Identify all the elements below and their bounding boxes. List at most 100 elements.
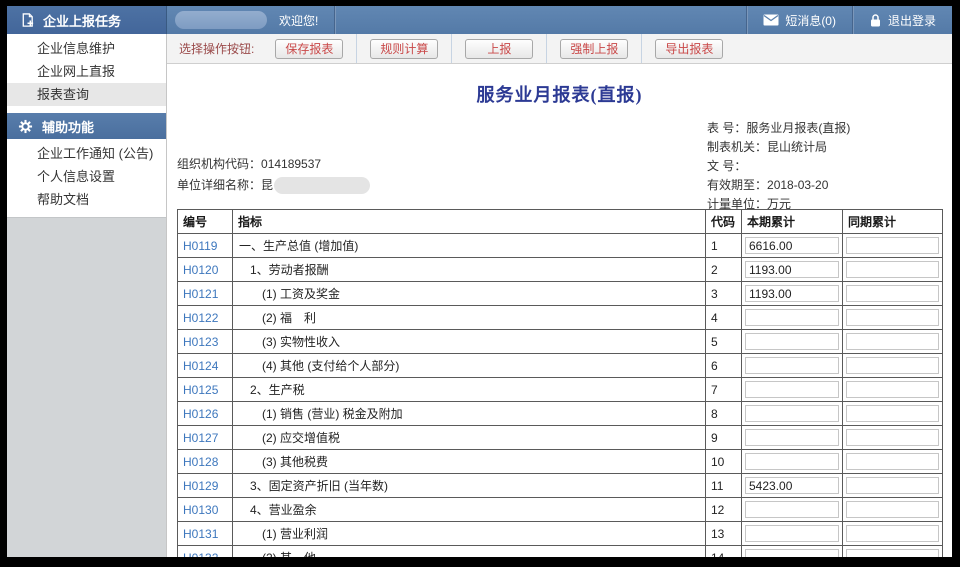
row-id-link[interactable]: H0129 bbox=[183, 479, 218, 493]
prior-period-input[interactable] bbox=[846, 453, 939, 470]
current-period-input[interactable] bbox=[745, 261, 839, 278]
prior-period-input[interactable] bbox=[846, 525, 939, 542]
current-period-input[interactable] bbox=[745, 549, 839, 557]
row-id-link[interactable]: H0132 bbox=[183, 551, 218, 558]
submit-button[interactable]: 上报 bbox=[465, 39, 533, 59]
row-code: 5 bbox=[706, 330, 742, 354]
table-row: H0121(1) 工资及奖金3 bbox=[178, 282, 943, 306]
col-header-code: 代码 bbox=[706, 210, 742, 234]
row-id-link[interactable]: H0128 bbox=[183, 455, 218, 469]
indicator-label: (2) 应交增值税 bbox=[233, 426, 706, 450]
table-row: H01201、劳动者报酬2 bbox=[178, 258, 943, 282]
row-code: 14 bbox=[706, 546, 742, 558]
indicator-label: 2、生产税 bbox=[233, 378, 706, 402]
messages-button[interactable]: 短消息(0) bbox=[747, 6, 852, 34]
prior-period-input[interactable] bbox=[846, 309, 939, 326]
sidebar-item-enterprise-info[interactable]: 企业信息维护 bbox=[7, 37, 166, 60]
row-id-link[interactable]: H0130 bbox=[183, 503, 218, 517]
current-period-input[interactable] bbox=[745, 405, 839, 422]
current-period-input[interactable] bbox=[745, 453, 839, 470]
row-id-link[interactable]: H0119 bbox=[183, 239, 217, 253]
prior-period-input[interactable] bbox=[846, 549, 939, 557]
current-period-input[interactable] bbox=[745, 501, 839, 518]
row-id-link[interactable]: H0131 bbox=[183, 527, 218, 541]
app-window: 企业上报任务 欢迎您! 短消息(0) bbox=[7, 6, 952, 557]
unit-name-label: 单位详细名称： bbox=[177, 178, 261, 192]
top-bar: 企业上报任务 欢迎您! 短消息(0) bbox=[7, 6, 952, 34]
row-id-link[interactable]: H0127 bbox=[183, 431, 218, 445]
force-submit-button[interactable]: 强制上报 bbox=[560, 39, 628, 59]
logout-label: 退出登录 bbox=[888, 12, 936, 29]
current-period-input[interactable] bbox=[745, 477, 839, 494]
sidebar-item-report-query[interactable]: 报表查询 bbox=[7, 83, 166, 106]
current-period-input[interactable] bbox=[745, 237, 839, 254]
sidebar-item-work-notice[interactable]: 企业工作通知 (公告) bbox=[7, 142, 166, 165]
prior-period-input[interactable] bbox=[846, 501, 939, 518]
indicator-label: 4、营业盈余 bbox=[233, 498, 706, 522]
org-code-label: 组织机构代码： bbox=[177, 157, 261, 171]
row-id-link[interactable]: H0123 bbox=[183, 335, 218, 349]
prior-period-input[interactable] bbox=[846, 381, 939, 398]
save-report-button[interactable]: 保存报表 bbox=[275, 39, 343, 59]
indicator-label: (2) 福 利 bbox=[233, 306, 706, 330]
report-table-body: H0119一、生产总值 (增加值)1H01201、劳动者报酬2H0121(1) … bbox=[178, 234, 943, 558]
sidebar-section-aux-label: 辅助功能 bbox=[42, 117, 94, 136]
meta-line-form-number: 表 号：服务业月报表(直报) bbox=[707, 119, 850, 138]
prior-period-input[interactable] bbox=[846, 237, 939, 254]
indicator-label: (3) 其他税费 bbox=[233, 450, 706, 474]
current-period-input[interactable] bbox=[745, 309, 839, 326]
indicator-label: (1) 营业利润 bbox=[233, 522, 706, 546]
logout-button[interactable]: 退出登录 bbox=[853, 6, 952, 34]
toolbar-divider bbox=[546, 34, 547, 63]
row-id-link[interactable]: H0120 bbox=[183, 263, 218, 277]
current-period-input[interactable] bbox=[745, 429, 839, 446]
app-title: 企业上报任务 bbox=[43, 11, 121, 30]
document-plus-icon bbox=[20, 12, 35, 28]
prior-period-input[interactable] bbox=[846, 285, 939, 302]
prior-period-input[interactable] bbox=[846, 261, 939, 278]
envelope-icon bbox=[763, 14, 779, 26]
prior-period-input[interactable] bbox=[846, 357, 939, 374]
table-row: H0131(1) 营业利润13 bbox=[178, 522, 943, 546]
current-period-input[interactable] bbox=[745, 285, 839, 302]
col-header-id: 编号 bbox=[178, 210, 233, 234]
prior-period-input[interactable] bbox=[846, 405, 939, 422]
toolbar-divider bbox=[641, 34, 642, 63]
table-row: H0125 2、生产税7 bbox=[178, 378, 943, 402]
row-code: 9 bbox=[706, 426, 742, 450]
current-period-input[interactable] bbox=[745, 381, 839, 398]
table-row: H0130 4、营业盈余12 bbox=[178, 498, 943, 522]
row-id-link[interactable]: H0124 bbox=[183, 359, 218, 373]
rule-calc-button[interactable]: 规则计算 bbox=[370, 39, 438, 59]
sidebar-filler bbox=[7, 217, 166, 557]
sidebar-item-personal-settings[interactable]: 个人信息设置 bbox=[7, 165, 166, 188]
current-period-input[interactable] bbox=[745, 357, 839, 374]
sidebar-item-online-report[interactable]: 企业网上直报 bbox=[7, 60, 166, 83]
row-code: 3 bbox=[706, 282, 742, 306]
current-period-input[interactable] bbox=[745, 525, 839, 542]
meta-line-issuing-agency: 制表机关：昆山统计局 bbox=[707, 138, 850, 157]
sidebar: 企业信息维护 企业网上直报 报表查询 辅助功能 bbox=[7, 34, 167, 557]
row-code: 8 bbox=[706, 402, 742, 426]
prior-period-input[interactable] bbox=[846, 429, 939, 446]
row-code: 7 bbox=[706, 378, 742, 402]
sidebar-item-help-docs[interactable]: 帮助文档 bbox=[7, 188, 166, 211]
row-id-link[interactable]: H0122 bbox=[183, 311, 218, 325]
unit-name-redacted bbox=[274, 177, 370, 194]
row-id-link[interactable]: H0121 bbox=[183, 287, 218, 301]
prior-period-input[interactable] bbox=[846, 477, 939, 494]
row-code: 6 bbox=[706, 354, 742, 378]
table-row: H0122 (2) 福 利4 bbox=[178, 306, 943, 330]
current-period-input[interactable] bbox=[745, 333, 839, 350]
row-code: 2 bbox=[706, 258, 742, 282]
unit-name-line: 单位详细名称：昆 bbox=[177, 175, 370, 196]
row-id-link[interactable]: H0125 bbox=[183, 383, 218, 397]
action-toolbar: 选择操作按钮: 保存报表 规则计算 上报 强制上报 导出报表 bbox=[167, 34, 952, 64]
export-report-button[interactable]: 导出报表 bbox=[655, 39, 723, 59]
row-code: 4 bbox=[706, 306, 742, 330]
toolbar-label: 选择操作按钮: bbox=[179, 40, 254, 57]
row-id-link[interactable]: H0126 bbox=[183, 407, 218, 421]
table-row: H01293、固定资产折旧 (当年数)11 bbox=[178, 474, 943, 498]
prior-period-input[interactable] bbox=[846, 333, 939, 350]
row-code: 12 bbox=[706, 498, 742, 522]
